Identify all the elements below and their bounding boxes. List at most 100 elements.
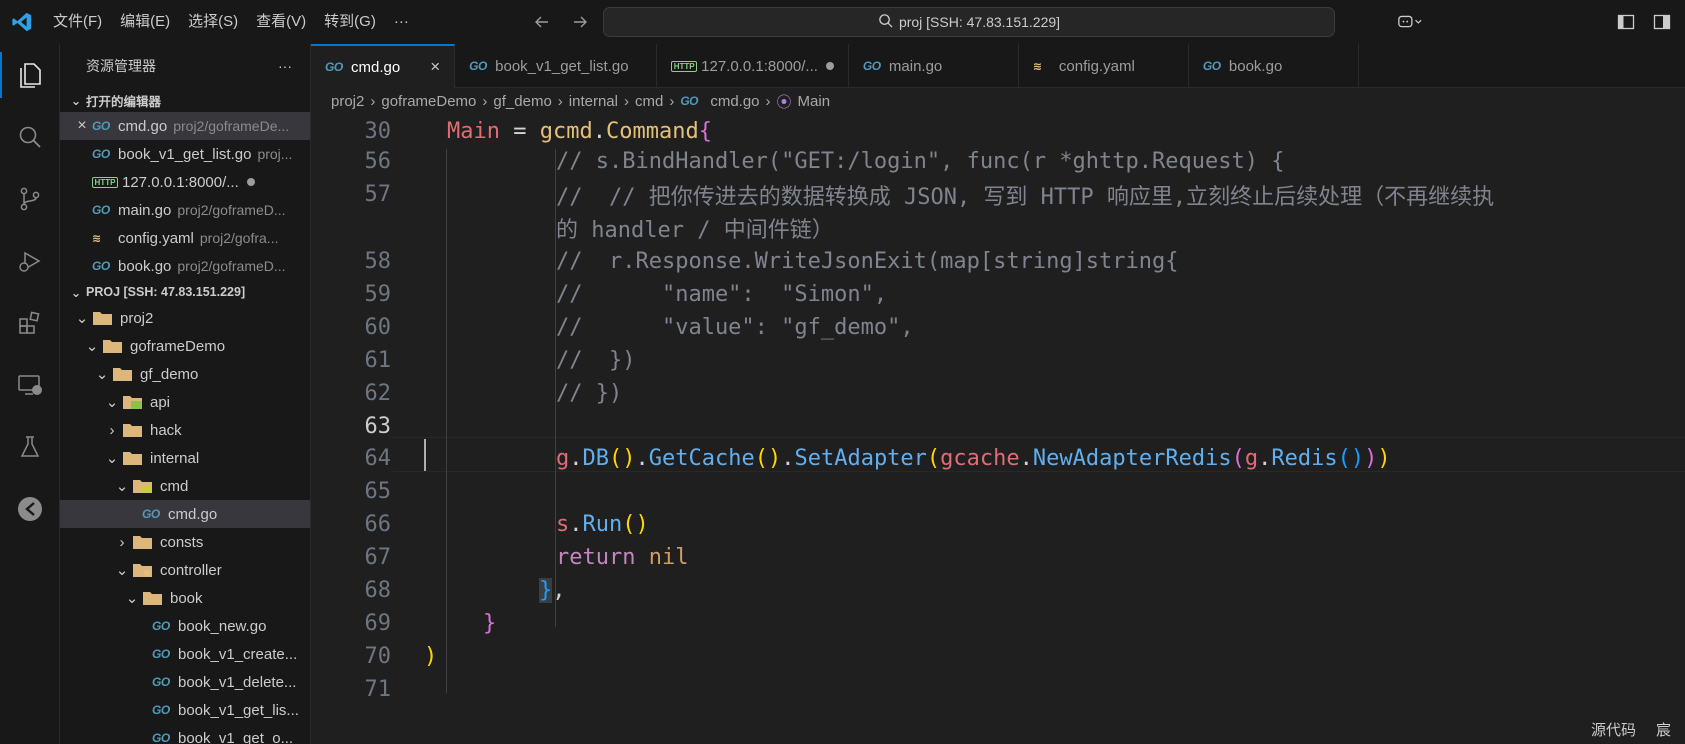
close-icon[interactable]: × [430,57,440,77]
chevron-right-icon: › [623,92,629,110]
menu-file[interactable]: 文件(F) [44,7,111,37]
open-editor-name: main.go [118,201,172,219]
open-editor-item[interactable]: HTTP 127.0.0.1:8000/... [60,168,310,196]
tree-folder[interactable]: ⌄ controller [60,556,310,584]
go-file-icon: GO [680,94,698,108]
close-icon[interactable]: × [72,117,92,135]
testing-flask-icon[interactable] [0,416,60,478]
tab-label: book.go [1228,57,1283,75]
back-arrow-icon[interactable] [530,9,554,35]
open-editor-item[interactable]: ≋ config.yaml proj2/gofra... [60,224,310,252]
open-editor-item[interactable]: × GO cmd.go proj2/goframeDe... [60,112,310,140]
tab-127-0-0-1-8000-[interactable]: HTTP 127.0.0.1:8000/... [657,44,849,88]
layout-panel-icon[interactable] [1649,9,1675,35]
open-editor-path: proj2/goframeD... [177,258,286,274]
status-language[interactable]: 源代码 [1591,719,1636,740]
code-line: 70) [311,639,1685,674]
breadcrumb-item[interactable]: cmd [635,93,663,110]
copilot-chat-icon[interactable] [1397,9,1423,35]
forward-arrow-icon[interactable] [568,9,592,35]
tab-config-yaml[interactable]: ≋ config.yaml [1019,44,1189,88]
tree-folder[interactable]: › hack [60,416,310,444]
open-editors-header[interactable]: ⌄ 打开的编辑器 [60,88,310,112]
tree-folder[interactable]: › consts [60,528,310,556]
explorer-icon[interactable] [0,44,60,106]
code-text: s.Run() [556,512,649,537]
open-editor-path: proj2/goframeD... [177,202,286,218]
tab-book-go[interactable]: GO book.go [1189,44,1359,88]
menu-go[interactable]: 转到(G) [315,7,385,37]
go-file-icon: GO [152,619,170,633]
code-editor[interactable]: 30 Main = gcmd.Command{ 56 // s.BindHandle… [311,114,1685,744]
tree-folder[interactable]: ⌄ proj2 [60,304,310,332]
tree-item-label: cmd.go [168,505,218,523]
tree-folder[interactable]: ⌄ internal [60,444,310,472]
go-file-icon: GO [152,647,170,661]
open-editor-item[interactable]: GO book.go proj2/goframeD... [60,252,310,280]
tree-file[interactable]: GO book_new.go [60,612,310,640]
tab-main-go[interactable]: GO main.go [849,44,1019,88]
project-title: PROJ [SSH: 47.83.151.229] [86,285,246,299]
tree-file[interactable]: GO book_v1_get_lis... [60,696,310,724]
source-control-icon[interactable] [0,168,60,230]
tree-file[interactable]: GO book_v1_create... [60,640,310,668]
line-number: 62 [364,381,392,406]
tree-folder[interactable]: ⌄ api [60,388,310,416]
status-extra[interactable]: 宸 [1656,719,1671,740]
menu-view[interactable]: 查看(V) [247,7,315,37]
extensions-icon[interactable] [0,292,60,354]
breadcrumb-item[interactable]: goframeDemo [381,93,476,110]
run-debug-icon[interactable] [0,230,60,292]
breadcrumb-item[interactable]: cmd.go [710,93,759,110]
tree-folder[interactable]: ⌄ cmd [60,472,310,500]
tree-item-label: book_v1_get_o... [178,729,294,744]
tree-file[interactable]: GO book_v1_get_o... [60,724,310,744]
open-editor-path: proj... [257,146,293,162]
tree-folder[interactable]: ⌄ gf_demo [60,360,310,388]
breadcrumb-item[interactable]: internal [569,93,618,110]
code-text: // }) [556,381,623,406]
search-view-icon[interactable] [0,106,60,168]
unsaved-dot-icon [246,178,255,186]
tab-cmd-go[interactable]: GO cmd.go × [311,44,456,88]
breadcrumb-item[interactable]: proj2 [331,93,364,110]
menu-edit[interactable]: 编辑(E) [111,7,179,37]
open-editor-item[interactable]: GO book_v1_get_list.go proj... [60,140,310,168]
remote-explorer-icon[interactable] [0,354,60,416]
explorer-sidebar: 资源管理器 ··· ⌄ 打开的编辑器 × GO cmd.go proj2/gofram… [60,44,311,744]
go-extension-icon[interactable] [0,478,60,540]
menu-selection[interactable]: 选择(S) [179,7,247,37]
http-file-icon: HTTP [671,60,698,72]
tab-book-v1-get-list-go[interactable]: GO book_v1_get_list.go [455,44,658,88]
code-line: 61 // }) [311,343,1685,378]
tree-folder[interactable]: ⌄ book [60,584,310,612]
folder-icon [122,394,144,410]
tree-item-label: hack [150,421,182,439]
line-number: 57 [364,182,392,207]
chevron-right-icon: › [765,92,771,110]
project-header[interactable]: ⌄ PROJ [SSH: 47.83.151.229] [60,280,310,304]
tree-item-label: gf_demo [140,365,199,383]
line-number: 69 [364,611,392,636]
code-text: g.DB().GetCache().SetAdapter(gcache.NewA… [556,446,1391,471]
code-line: 68}, [311,573,1685,608]
chevron-down-icon: ⌄ [70,93,82,108]
menu-more[interactable]: ··· [385,7,418,37]
status-bar: 源代码 宸 [1590,714,1685,744]
code-text: 的 handler / 中间件链） [556,217,834,243]
open-editor-name: book_v1_get_list.go [118,145,252,163]
chevron-down-icon: ⌄ [105,394,119,411]
tree-file[interactable]: GO cmd.go [60,500,310,528]
breadcrumb-item[interactable]: gf_demo [493,93,551,110]
explorer-more-button[interactable]: ··· [278,58,292,74]
code-line: 64 g.DB().GetCache().SetAdapter(gcache.Ne… [311,441,1685,476]
go-file-icon: GO [92,203,110,217]
tree-file[interactable]: GO book_v1_delete... [60,668,310,696]
command-center-search[interactable]: proj [SSH: 47.83.151.229] [603,7,1335,37]
tree-item-label: book_v1_delete... [178,673,297,691]
tree-folder[interactable]: ⌄ goframeDemo [60,332,310,360]
layout-sidebar-icon[interactable] [1613,9,1639,35]
code-text: // r.Response.WriteJsonExit(map[string]s… [556,249,1179,274]
breadcrumb-item[interactable]: Main [798,93,831,110]
open-editor-item[interactable]: GO main.go proj2/goframeD... [60,196,310,224]
